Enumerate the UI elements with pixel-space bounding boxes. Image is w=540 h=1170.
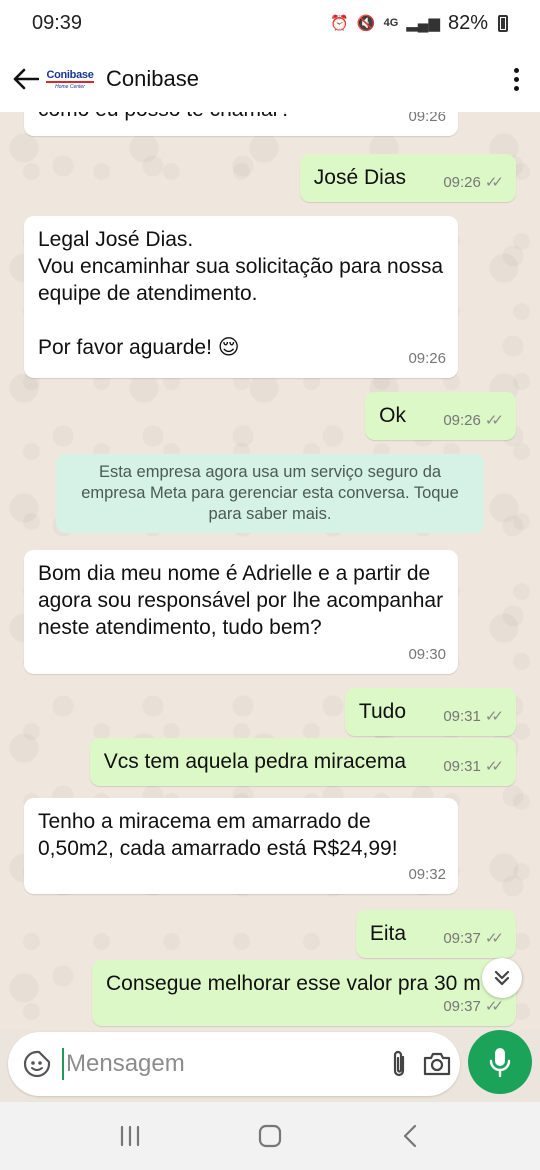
chat-area[interactable]: como eu posso te chamar? 09:26 José Dias… xyxy=(0,112,540,1030)
message-composer xyxy=(0,1030,540,1102)
message-time: 09:26 ✓✓ xyxy=(443,407,504,434)
message-input[interactable] xyxy=(62,1048,376,1080)
contact-name[interactable]: Conibase xyxy=(106,66,504,92)
input-pill xyxy=(8,1032,460,1096)
double-check-icon: ✓✓ xyxy=(484,758,504,775)
logo-text: Conibase xyxy=(46,68,94,83)
message-time-label: 09:37 xyxy=(443,930,481,947)
double-check-icon: ✓✓ xyxy=(484,930,504,947)
message-time-label: 09:31 xyxy=(443,708,481,725)
message-text: Tudo xyxy=(358,700,406,723)
back-nav-icon[interactable] xyxy=(380,1116,440,1156)
message-time-label: 09:37 xyxy=(443,998,481,1015)
message-time: 09:26 xyxy=(408,345,446,372)
network-label: 4G xyxy=(383,17,399,29)
message-time-label: 09:26 xyxy=(408,112,446,125)
message-time: 09:30 xyxy=(408,641,446,668)
double-check-icon: ✓✓ xyxy=(484,174,504,191)
back-arrow-icon[interactable] xyxy=(12,65,40,93)
message-text: como eu posso te chamar? xyxy=(38,112,291,123)
message-text: Bom dia meu nome é Adrielle e a partir d… xyxy=(38,562,444,639)
battery-icon xyxy=(498,14,508,32)
more-vert-icon[interactable] xyxy=(504,64,528,94)
message-outgoing[interactable]: Vcs tem aquela pedra miracema 09:31 ✓✓ xyxy=(89,738,516,786)
double-check-icon: ✓✓ xyxy=(484,708,504,725)
chat-header: Conibase Home Center Conibase xyxy=(0,46,540,112)
message-time-label: 09:30 xyxy=(408,646,446,663)
system-notice[interactable]: Esta empresa agora usa um serviço seguro… xyxy=(56,454,484,533)
message-incoming[interactable]: Legal José Dias. Vou encaminhar sua soli… xyxy=(24,216,458,378)
message-incoming[interactable]: como eu posso te chamar? 09:26 xyxy=(24,112,458,136)
message-time-label: 09:26 xyxy=(443,412,481,429)
message-text: Vcs tem aquela pedra miracema xyxy=(103,750,406,773)
message-time: 09:32 xyxy=(408,861,446,888)
message-text: Eita xyxy=(369,922,406,945)
logo-tagline: Home Center xyxy=(55,83,85,90)
message-text: Consegue melhorar esse valor pra 30 m xyxy=(106,972,481,995)
status-icons: ⏰ 🔇 4G ▂▄▆ 82% xyxy=(330,12,508,35)
message-time: 09:26 xyxy=(408,112,446,130)
contact-avatar[interactable]: Conibase Home Center xyxy=(46,64,94,94)
signal-icon: ▂▄▆ xyxy=(406,15,440,32)
message-text: Tenho a miracema em amarrado de 0,50m2, … xyxy=(38,810,398,860)
message-time: 09:31 ✓✓ xyxy=(443,753,504,780)
sticker-icon[interactable] xyxy=(22,1047,52,1081)
message-outgoing[interactable]: Tudo 09:31 ✓✓ xyxy=(344,688,516,736)
message-incoming[interactable]: Tenho a miracema em amarrado de 0,50m2, … xyxy=(24,798,458,894)
mute-icon: 🔇 xyxy=(356,15,376,32)
message-time-label: 09:32 xyxy=(408,866,446,883)
message-outgoing[interactable]: José Dias 09:26 ✓✓ xyxy=(299,154,516,202)
message-time-label: 09:26 xyxy=(408,350,446,367)
message-text: Ok xyxy=(379,404,406,427)
message-time: 09:37 ✓✓ xyxy=(443,993,504,1020)
message-time: 09:26 ✓✓ xyxy=(443,169,504,196)
status-time: 09:39 xyxy=(32,11,83,34)
message-time: 09:31 ✓✓ xyxy=(443,703,504,730)
system-nav-bar xyxy=(0,1102,540,1170)
message-outgoing[interactable]: Eita 09:37 ✓✓ xyxy=(355,910,516,958)
chevron-double-down-icon[interactable] xyxy=(482,958,522,998)
message-outgoing[interactable]: Consegue melhorar esse valor pra 30 m 09… xyxy=(92,960,516,1026)
double-check-icon: ✓✓ xyxy=(484,412,504,429)
message-outgoing[interactable]: Ok 09:26 ✓✓ xyxy=(365,392,516,440)
microphone-icon[interactable] xyxy=(468,1030,532,1094)
message-text: Legal José Dias. Vou encaminhar sua soli… xyxy=(38,228,444,359)
status-bar: 09:39 ⏰ 🔇 4G ▂▄▆ 82% xyxy=(0,0,540,46)
message-time-label: 09:26 xyxy=(443,174,481,191)
message-incoming[interactable]: Bom dia meu nome é Adrielle e a partir d… xyxy=(24,550,458,674)
message-time-label: 09:31 xyxy=(443,758,481,775)
message-time: 09:37 ✓✓ xyxy=(443,925,504,952)
message-text: José Dias xyxy=(313,166,406,189)
paperclip-icon[interactable] xyxy=(388,1044,410,1084)
battery-percent: 82% xyxy=(447,11,488,34)
recent-apps-icon[interactable] xyxy=(100,1116,160,1156)
home-icon[interactable] xyxy=(240,1116,300,1156)
alarm-icon: ⏰ xyxy=(330,15,349,32)
camera-icon[interactable] xyxy=(422,1044,452,1084)
